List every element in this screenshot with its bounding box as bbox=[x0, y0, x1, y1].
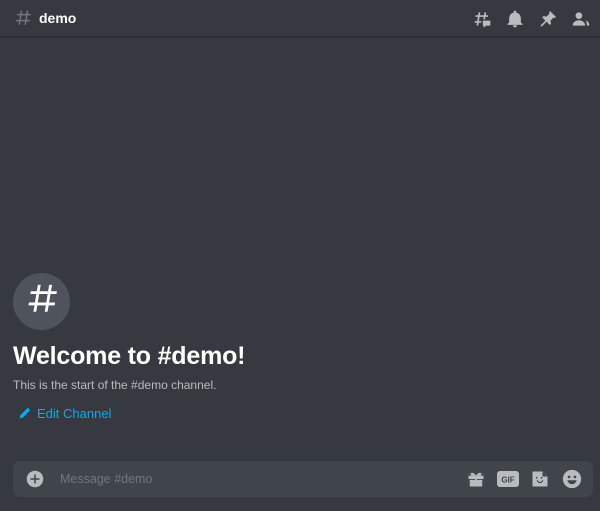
channel-avatar bbox=[13, 273, 70, 330]
edit-channel-label: Edit Channel bbox=[37, 406, 112, 421]
edit-channel-link[interactable]: Edit Channel bbox=[13, 406, 111, 421]
add-attachment-button[interactable] bbox=[26, 470, 44, 488]
channel-header: demo bbox=[0, 0, 600, 37]
gift-icon[interactable] bbox=[465, 468, 487, 490]
welcome-heading: Welcome to #demo! bbox=[13, 342, 246, 370]
composer-buttons: GIF bbox=[455, 468, 583, 490]
member-list-icon[interactable] bbox=[570, 8, 592, 30]
channel-title: demo bbox=[39, 10, 77, 26]
pencil-icon bbox=[18, 407, 31, 420]
pin-icon[interactable] bbox=[537, 8, 559, 30]
message-input[interactable] bbox=[60, 461, 455, 497]
emoji-icon[interactable] bbox=[561, 468, 583, 490]
hashtag-icon bbox=[25, 282, 59, 321]
threads-icon[interactable] bbox=[471, 8, 493, 30]
sticker-icon[interactable] bbox=[529, 468, 551, 490]
gif-label: GIF bbox=[501, 476, 514, 485]
gif-button[interactable]: GIF bbox=[497, 468, 519, 490]
welcome-subtitle: This is the start of the #demo channel. bbox=[13, 378, 217, 392]
notification-bell-icon[interactable] bbox=[504, 8, 526, 30]
channel-welcome: Welcome to #demo! This is the start of t… bbox=[13, 273, 583, 425]
hashtag-icon bbox=[14, 9, 32, 27]
header-toolbar bbox=[460, 0, 592, 37]
message-composer: GIF bbox=[13, 461, 593, 497]
